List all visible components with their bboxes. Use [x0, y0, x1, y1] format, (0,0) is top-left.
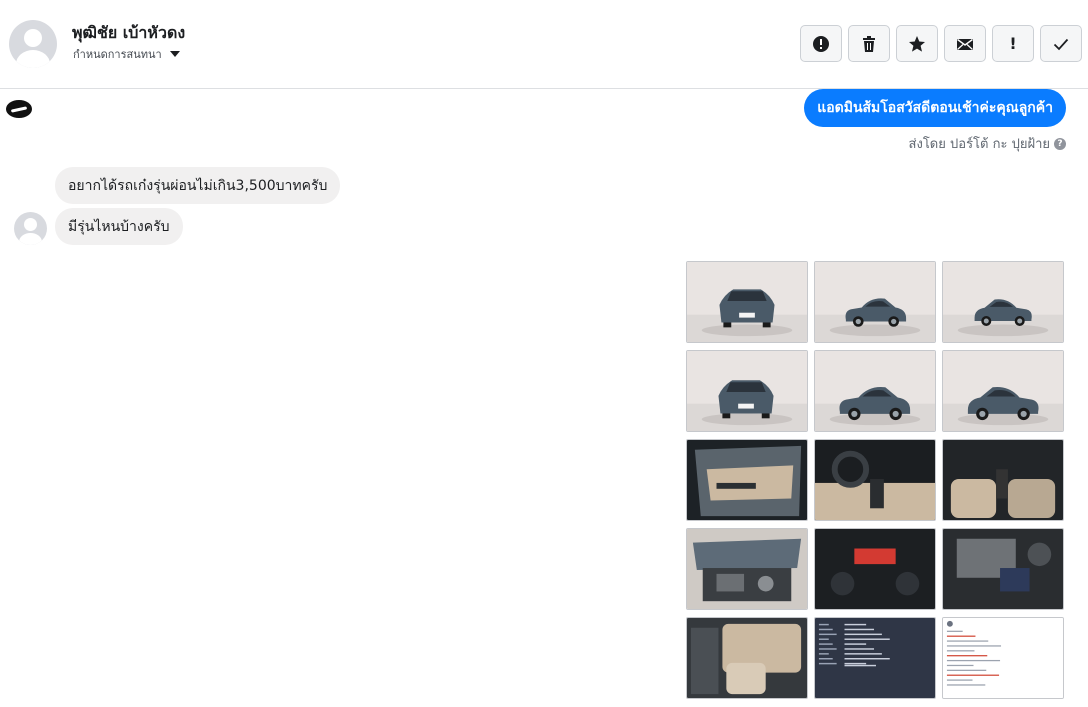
page-logo-avatar — [6, 100, 32, 118]
exclamation-icon: ! — [1009, 34, 1017, 53]
car-engine-detail-photo-image — [943, 529, 1063, 609]
sent-by-text: ส่งโดย ปอร์โต้ กะ ปุยฝ้าย — [908, 137, 1050, 152]
car-engine-detail-photo[interactable] — [942, 528, 1064, 610]
document-post-screenshot[interactable] — [942, 617, 1064, 699]
caret-down-icon — [169, 51, 180, 57]
car-seats-photo[interactable] — [942, 439, 1064, 521]
car-rear-photo[interactable] — [686, 350, 808, 432]
incoming-message-bubble[interactable]: อยากได้รถเก๋งรุ่นผ่อนไม่เกิน3,500บาทครับ — [55, 167, 341, 204]
car-side-rear-photo-image — [943, 351, 1063, 431]
document-dark-screenshot-image — [815, 618, 935, 698]
assign-conversation-dropdown[interactable]: กำหนดการสนทนา — [73, 45, 180, 63]
trash-icon — [863, 35, 875, 52]
car-rear-angle-photo-image — [943, 262, 1063, 342]
star-button[interactable] — [896, 25, 938, 62]
car-engine-photo[interactable] — [686, 528, 808, 610]
document-post-screenshot-image — [943, 618, 1063, 698]
conversation-header: พุฒิชัย เบ้าหัวดง กำหนดการสนทนา ! — [0, 0, 1088, 89]
car-gauge-photo-image — [815, 529, 935, 609]
contact-avatar[interactable] — [9, 20, 57, 68]
mark-spam-button[interactable] — [800, 25, 842, 62]
car-engine-photo-image — [687, 529, 807, 609]
car-side-rear-photo[interactable] — [942, 350, 1064, 432]
follow-up-button[interactable]: ! — [992, 25, 1034, 62]
contact-name[interactable]: พุฒิชัย เบ้าหัวดง — [72, 21, 185, 46]
car-front-angle-photo[interactable] — [814, 261, 936, 343]
incoming-message-bubble[interactable]: มีรุ่นไหนบ้างครับ — [55, 208, 183, 245]
car-gauge-photo[interactable] — [814, 528, 936, 610]
document-dark-screenshot[interactable] — [814, 617, 936, 699]
car-rear-photo-image — [687, 351, 807, 431]
envelope-icon — [957, 38, 973, 50]
car-front-photo-image — [687, 262, 807, 342]
help-icon[interactable]: ? — [1054, 137, 1066, 150]
car-door-photo-image — [687, 440, 807, 520]
sent-by-label: ส่งโดย ปอร์โต้ กะ ปุยฝ้าย ? — [909, 133, 1066, 154]
check-icon — [1053, 38, 1069, 50]
car-side-photo-image — [815, 351, 935, 431]
outgoing-message-bubble[interactable]: แอดมินส้มโอสวัสดีตอนเช้าค่ะคุณลูกค้า — [804, 89, 1066, 127]
mark-done-button[interactable] — [1040, 25, 1082, 62]
car-rear-seat-photo-image — [687, 618, 807, 698]
car-front-photo[interactable] — [686, 261, 808, 343]
car-rear-seat-photo[interactable] — [686, 617, 808, 699]
car-side-photo[interactable] — [814, 350, 936, 432]
assign-conversation-label: กำหนดการสนทนา — [73, 48, 162, 61]
car-seats-photo-image — [943, 440, 1063, 520]
car-front-angle-photo-image — [815, 262, 935, 342]
car-rear-angle-photo[interactable] — [942, 261, 1064, 343]
star-icon — [909, 35, 925, 52]
alert-circle-icon — [813, 35, 829, 52]
car-dashboard-photo[interactable] — [814, 439, 936, 521]
car-dashboard-photo-image — [815, 440, 935, 520]
conversation-toolbar: ! — [800, 25, 1082, 62]
car-door-photo[interactable] — [686, 439, 808, 521]
customer-avatar[interactable] — [14, 212, 47, 245]
mark-unread-button[interactable] — [944, 25, 986, 62]
delete-button[interactable] — [848, 25, 890, 62]
